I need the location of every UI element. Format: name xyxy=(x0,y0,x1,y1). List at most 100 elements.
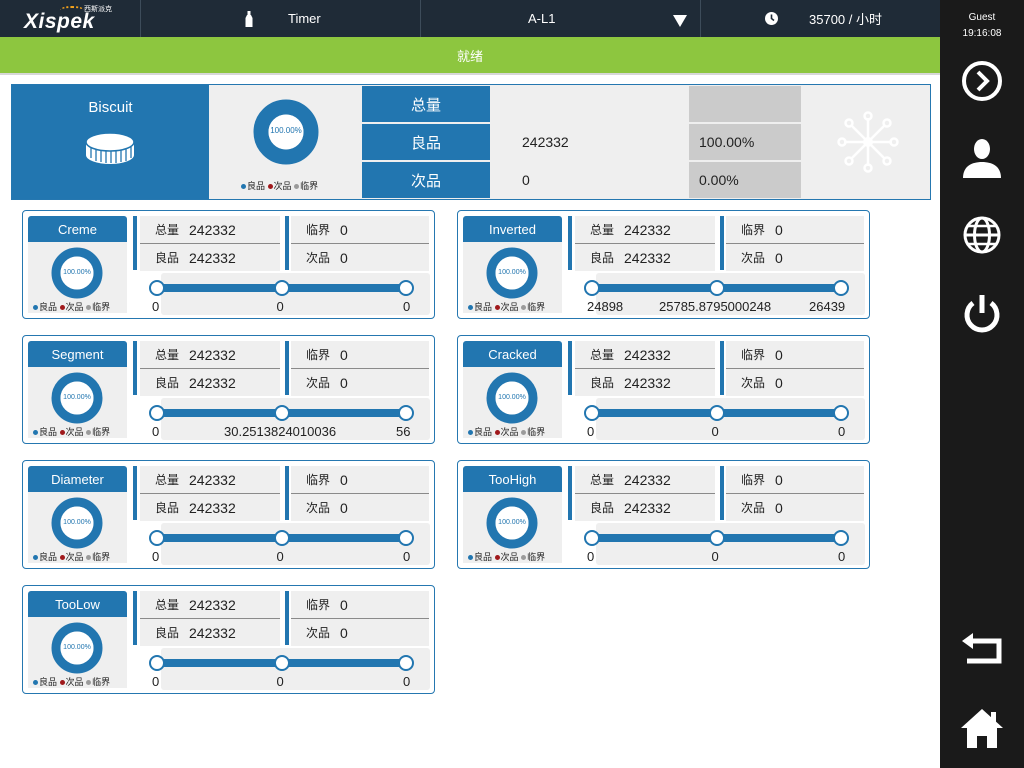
slider-mid-knob[interactable] xyxy=(709,280,725,296)
slider-mid-knob[interactable] xyxy=(709,530,725,546)
critical-dot xyxy=(521,555,527,561)
critical-box: 临界 0 xyxy=(291,591,429,618)
slider-mid-knob[interactable] xyxy=(709,405,725,421)
slider-mid-knob[interactable] xyxy=(274,530,290,546)
good-dot xyxy=(33,430,38,436)
slider-min-value: 24898 xyxy=(587,299,624,314)
critical-value: 0 xyxy=(775,221,783,238)
slider-max-knob[interactable] xyxy=(833,530,849,546)
sensor-card-creme[interactable]: Creme 100.00% 良品 次品 临界 总量 242332 良品 2423… xyxy=(22,210,435,319)
right-sidebar: Guest 19:16:08 xyxy=(940,0,1024,768)
critical-label: 临界 xyxy=(741,223,766,237)
slider-min-knob[interactable] xyxy=(149,530,165,546)
network-button[interactable] xyxy=(806,85,930,199)
bad-value: 0 xyxy=(775,499,783,516)
slider-max-value: 0 xyxy=(403,674,411,689)
slider-min-knob[interactable] xyxy=(149,655,165,671)
critical-label: 临界 xyxy=(306,473,331,487)
sensor-card-diameter[interactable]: Diameter 100.00% 良品 次品 临界 总量 242332 良品 2… xyxy=(22,460,435,569)
bad-box: 次品 0 xyxy=(291,494,429,521)
critical-value: 0 xyxy=(775,346,783,363)
slider-mid-knob[interactable] xyxy=(274,655,290,671)
language-button[interactable] xyxy=(957,210,1007,260)
user-button[interactable] xyxy=(957,133,1007,183)
sensor-card-inverted[interactable]: Inverted 100.00% 良品 次品 临界 总量 242332 良品 2… xyxy=(457,210,870,319)
bad-label: 次品 xyxy=(741,376,766,390)
slider-max-knob[interactable] xyxy=(833,280,849,296)
stat-accent xyxy=(285,216,289,270)
good-label: 良品 xyxy=(362,124,490,160)
critical-dot xyxy=(86,430,92,436)
slider-max-knob[interactable] xyxy=(398,655,414,671)
good-percent: 100.00% xyxy=(689,124,801,160)
sensor-legend: 良品 次品 临界 xyxy=(468,550,545,563)
slider-min-knob[interactable] xyxy=(584,280,600,296)
slider-max-knob[interactable] xyxy=(833,405,849,421)
next-button[interactable] xyxy=(957,56,1007,106)
stat-accent xyxy=(133,341,137,395)
good-value: 242332 xyxy=(189,499,236,516)
bad-box: 次品 0 xyxy=(291,369,429,396)
sensor-card-segment[interactable]: Segment 100.00% 良品 次品 临界 总量 242332 良品 24… xyxy=(22,335,435,444)
stat-accent xyxy=(568,216,572,270)
slider-max-knob[interactable] xyxy=(398,530,414,546)
home-button[interactable] xyxy=(957,703,1007,753)
bad-box: 次品 0 xyxy=(726,244,864,271)
total-value: 242332 xyxy=(189,346,236,363)
sensor-name: Diameter xyxy=(28,466,127,492)
critical-label: 临界 xyxy=(306,223,331,237)
slider-max-value: 56 xyxy=(396,424,411,439)
product-tile[interactable]: Biscuit xyxy=(12,85,209,199)
critical-box: 临界 0 xyxy=(726,216,864,243)
critical-dot xyxy=(86,305,92,311)
critical-value: 0 xyxy=(340,596,348,613)
brand-logo: Xispek 西斯派克 xyxy=(14,4,130,34)
slider-mid-knob[interactable] xyxy=(274,280,290,296)
good-dot xyxy=(33,305,38,311)
user-icon xyxy=(963,139,1001,178)
power-button[interactable] xyxy=(957,288,1007,338)
bad-dot xyxy=(494,430,500,436)
slider-min-knob[interactable] xyxy=(149,280,165,296)
sensor-card-toohigh[interactable]: TooHigh 100.00% 良品 次品 临界 总量 242332 良品 24… xyxy=(457,460,870,569)
good-dot xyxy=(468,305,473,311)
bad-label: 次品 xyxy=(362,162,490,198)
sensor-name: TooLow xyxy=(28,591,127,617)
sensor-card-toolow[interactable]: TooLow 100.00% 良品 次品 临界 总量 242332 良品 242… xyxy=(22,585,435,694)
stat-accent xyxy=(568,341,572,395)
good-value: 242332 xyxy=(624,499,671,516)
status-text: 就绪 xyxy=(456,48,483,64)
network-icon xyxy=(837,111,899,173)
line-selector[interactable]: A-L1 xyxy=(421,0,700,37)
slider-min-knob[interactable] xyxy=(584,405,600,421)
stat-accent xyxy=(133,466,137,520)
total-label: 总量 xyxy=(590,223,615,237)
home-icon xyxy=(961,709,1003,748)
timer-cell[interactable]: Timer xyxy=(141,0,420,37)
back-button[interactable] xyxy=(957,626,1007,676)
total-box: 总量 242332 xyxy=(575,466,715,493)
total-value: 242332 xyxy=(189,596,236,613)
summary-donut-area: 100.00% 良品 次品 临界 xyxy=(211,85,361,199)
slider-min-knob[interactable] xyxy=(584,530,600,546)
critical-label: 临界 xyxy=(306,598,331,612)
bad-dot xyxy=(59,555,65,561)
bad-value: 0 xyxy=(522,172,530,188)
bad-dot xyxy=(59,680,65,686)
sensor-card-cracked[interactable]: Cracked 100.00% 良品 次品 临界 总量 242332 良品 24… xyxy=(457,335,870,444)
slider-max-knob[interactable] xyxy=(398,405,414,421)
stat-accent xyxy=(720,216,724,270)
total-value: 242332 xyxy=(189,221,236,238)
bad-label: 次品 xyxy=(306,501,331,515)
slider-max-knob[interactable] xyxy=(398,280,414,296)
sensor-legend: 良品 次品 临界 xyxy=(33,300,110,313)
bad-dot xyxy=(267,184,273,190)
user-name: Guest xyxy=(968,12,996,23)
range-slider-area xyxy=(161,273,430,315)
slider-mid-knob[interactable] xyxy=(274,405,290,421)
stat-accent xyxy=(285,591,289,645)
good-label: 良品 xyxy=(590,501,615,515)
critical-box: 临界 0 xyxy=(291,466,429,493)
slider-min-value: 0 xyxy=(587,424,595,439)
slider-min-knob[interactable] xyxy=(149,405,165,421)
